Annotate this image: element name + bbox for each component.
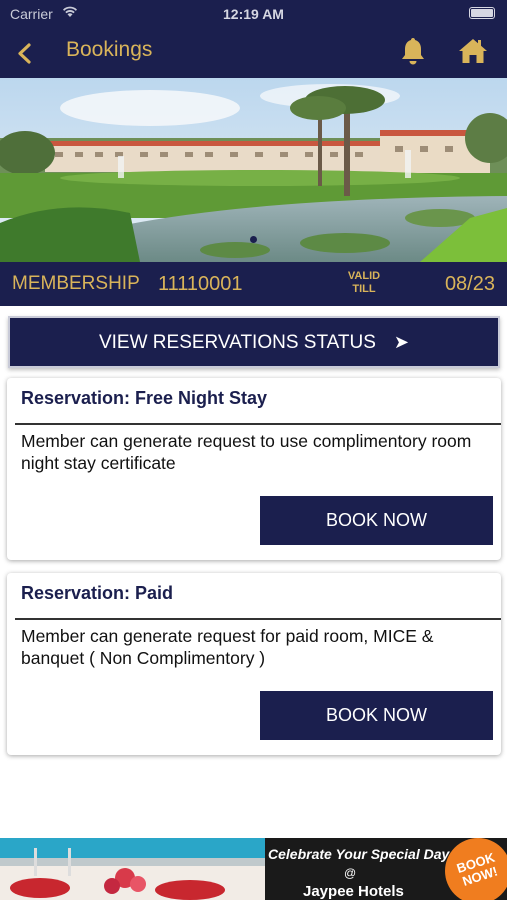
back-arrow-icon[interactable] bbox=[10, 36, 40, 70]
book-now-button-paid[interactable]: BOOK NOW bbox=[260, 691, 493, 740]
ad-headline: Celebrate Your Special Day bbox=[268, 846, 450, 862]
divider bbox=[15, 423, 501, 425]
clock: 12:19 AM bbox=[223, 6, 284, 22]
ad-banner[interactable]: Celebrate Your Special Day @ Jaypee Hote… bbox=[0, 838, 507, 900]
valid-till-label: VALID TILL bbox=[347, 270, 381, 295]
view-reservations-status-button[interactable]: VIEW RESERVATIONS STATUS ➤ bbox=[8, 316, 500, 368]
reservation-card-free-night: Reservation: Free Night Stay Member can … bbox=[7, 378, 501, 560]
valid-till-date: 08/23 bbox=[444, 273, 495, 295]
page-title: Bookings bbox=[66, 38, 153, 61]
membership-number: 11110001 bbox=[158, 273, 243, 295]
home-icon[interactable] bbox=[456, 34, 490, 68]
book-now-button-free-night[interactable]: BOOK NOW bbox=[260, 496, 493, 545]
reservation-card-paid: Reservation: Paid Member can generate re… bbox=[7, 573, 501, 755]
bell-icon[interactable] bbox=[398, 34, 428, 68]
battery-icon bbox=[469, 7, 495, 19]
carousel-page-indicator[interactable] bbox=[250, 236, 257, 243]
nav-bar: Bookings bbox=[0, 28, 507, 78]
view-reservations-status-label: VIEW RESERVATIONS STATUS bbox=[98, 332, 376, 353]
ad-brand: Jaypee Hotels bbox=[303, 883, 404, 900]
hero-banner-image[interactable] bbox=[0, 78, 507, 262]
card-title: Reservation: Free Night Stay bbox=[21, 388, 268, 408]
card-description: Member can generate request to use compl… bbox=[21, 431, 472, 473]
arrow-right-icon: ➤ bbox=[393, 332, 410, 352]
ad-at: @ bbox=[344, 866, 357, 880]
ad-banner-image bbox=[0, 838, 265, 900]
status-bar: Carrier 12:19 AM bbox=[0, 0, 507, 28]
divider bbox=[15, 618, 501, 620]
membership-strip: MEMBERSHIP 11110001 VALID TILL 08/23 bbox=[0, 262, 507, 306]
card-title: Reservation: Paid bbox=[21, 583, 174, 603]
membership-label: MEMBERSHIP bbox=[12, 273, 140, 294]
card-description: Member can generate request for paid roo… bbox=[21, 626, 434, 668]
